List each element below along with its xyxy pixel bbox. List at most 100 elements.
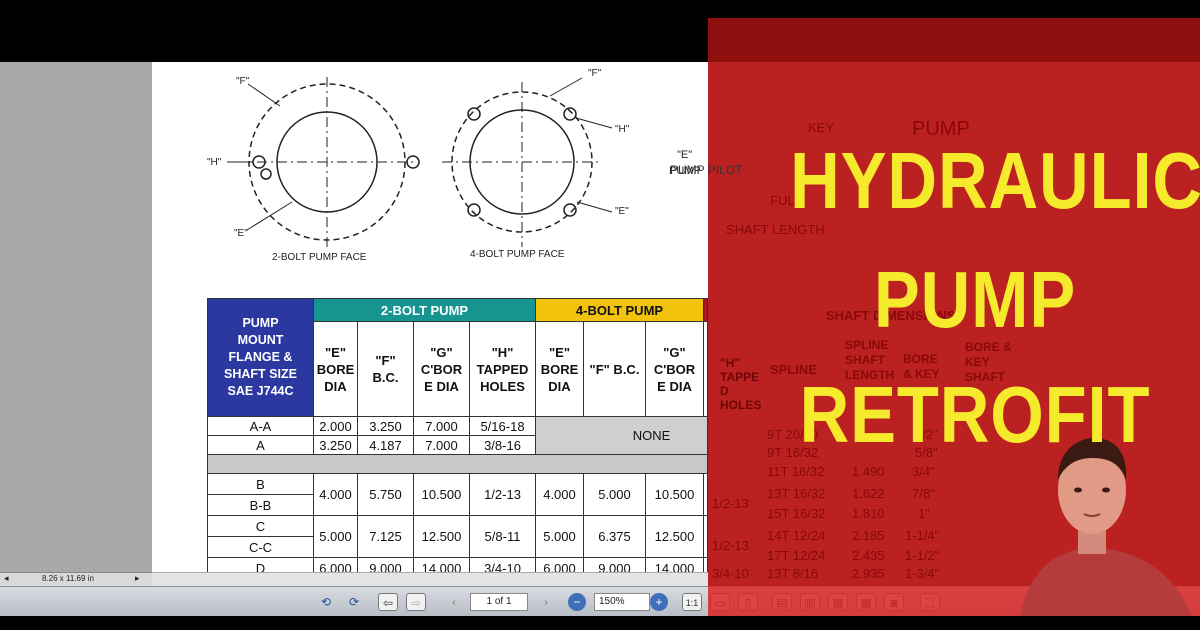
zoom-out-icon[interactable]: −: [568, 593, 586, 611]
next-page-icon[interactable]: ›: [536, 593, 556, 611]
mount-c: C: [207, 515, 314, 537]
gray-separator-row: [207, 454, 708, 474]
spline-d: 13T 8/16: [767, 566, 819, 581]
spline-b1: 13T 16/32: [767, 486, 826, 501]
bore-d: 1-3/4": [905, 566, 940, 581]
cell-b-f4: 5.000: [583, 473, 646, 516]
four-bolt-face: [442, 77, 613, 247]
four-bolt-f-label: "F": [588, 68, 602, 79]
forward-icon[interactable]: ⇨: [406, 593, 426, 611]
cell-c-f4: 6.375: [583, 515, 646, 558]
prev-page-icon[interactable]: ‹: [444, 593, 464, 611]
mount-d: D: [207, 557, 314, 572]
mount-b: B: [207, 473, 314, 495]
document-page: "F" "H" "E" 2-BOLT PUMP FACE "F" "H" "E"…: [152, 62, 708, 572]
cell-b-g4: 10.500: [645, 473, 704, 516]
two-bolt-caption: 2-BOLT PUMP FACE: [272, 252, 367, 263]
bore-c2: 1-1/2": [905, 548, 940, 563]
title-line-1: HYDRAULIC: [790, 136, 1200, 225]
cell-b-f: 5.750: [357, 473, 414, 516]
cell-d-g: 14.000: [413, 557, 470, 572]
cell-aa-e: 2.000: [313, 416, 358, 436]
h4-c: 1/2-13: [712, 538, 749, 553]
scroll-left-icon[interactable]: ◂: [4, 573, 9, 584]
pump-pilot-e-label: "E": [677, 149, 692, 161]
cell-c-e4: 5.000: [535, 515, 584, 558]
mount-cc: C-C: [207, 536, 314, 558]
title-line-2: PUMP: [873, 255, 1077, 344]
pump-face-drawings: "F" "H" "E" 2-BOLT PUMP FACE "F" "H" "E"…: [207, 68, 701, 263]
len-c2: 2.435: [852, 548, 885, 563]
cell-c-e: 5.000: [313, 515, 358, 558]
bore-b1: 7/8": [912, 486, 935, 501]
two-bolt-h-label: "H": [207, 157, 222, 168]
none-cell: NONE: [535, 416, 708, 455]
two-bolt-f-label: "F": [236, 76, 250, 87]
two-bolt-face: [227, 77, 420, 247]
back-icon[interactable]: ⇦: [378, 593, 398, 611]
cell-c-g: 12.500: [413, 515, 470, 558]
cell-a-e: 3.250: [313, 435, 358, 455]
rotate-ccw-icon[interactable]: ⟲: [316, 593, 336, 611]
four-bolt-e-label: "E": [615, 206, 629, 217]
pump-mount-table: PUMP MOUNT FLANGE & SHAFT SIZE SAE J744C…: [207, 298, 708, 572]
col-2bolt-g: "G" C'BOR E DIA: [413, 321, 470, 417]
four-bolt-group-header: 4-BOLT PUMP: [535, 298, 704, 322]
actual-size-icon[interactable]: 1:1: [682, 593, 702, 611]
bore-c1: 1-1/4": [905, 528, 940, 543]
cell-b-g: 10.500: [413, 473, 470, 516]
bottom-black-bar: [0, 616, 1200, 630]
title-line-3: RETROFIT: [799, 370, 1151, 459]
two-bolt-e-label: "E": [234, 228, 248, 239]
rotate-cw-icon[interactable]: ⟳: [344, 593, 364, 611]
zoom-select[interactable]: 150%: [594, 593, 650, 611]
cell-b-h4: [703, 473, 708, 516]
zoom-in-icon[interactable]: +: [650, 593, 668, 611]
cell-c-g4: 12.500: [645, 515, 704, 558]
col-4bolt-g: "G" C'BOR E DIA: [645, 321, 704, 417]
cell-d-f4: 9.000: [583, 557, 646, 572]
cell-d-e: 6.000: [313, 557, 358, 572]
cell-a-f: 4.187: [357, 435, 414, 455]
cell-c-h4: [703, 515, 708, 558]
red-overlay-top: [708, 18, 1200, 62]
cell-b-h: 1/2-13: [469, 473, 536, 516]
mount-header: PUMP MOUNT FLANGE & SHAFT SIZE SAE J744C: [207, 298, 314, 417]
len-gray: 1.490: [852, 464, 885, 479]
col-4bolt-f: "F" B.C.: [583, 321, 646, 417]
col-2bolt-h: "H" TAPPED HOLES: [469, 321, 536, 417]
cell-aa-f: 3.250: [357, 416, 414, 436]
cell-d-h4: [703, 557, 708, 572]
page-size-label: 8.26 x 11.69 in: [42, 574, 94, 583]
h4-d: 3/4-10: [712, 566, 749, 581]
four-bolt-caption: 4-BOLT PUMP FACE: [470, 249, 565, 260]
col-4bolt-e: "E" BORE DIA: [535, 321, 584, 417]
cell-a-g: 7.000: [413, 435, 470, 455]
cell-aa-g: 7.000: [413, 416, 470, 436]
len-b1: 1.622: [852, 486, 885, 501]
len-b2: 1.810: [852, 506, 885, 521]
shaft-key-label: KEY: [808, 120, 835, 135]
col-4bolt-h-edge: [703, 321, 708, 417]
cell-b-e: 4.000: [313, 473, 358, 516]
cell-d-h: 3/4-10: [469, 557, 536, 572]
spline-c1: 14T 12/24: [767, 528, 826, 543]
cell-d-f: 9.000: [357, 557, 414, 572]
cell-c-f: 7.125: [357, 515, 414, 558]
mount-bb: B-B: [207, 494, 314, 516]
mount-aa: A-A: [207, 416, 314, 436]
cell-d-g4: 14.000: [645, 557, 704, 572]
cell-c-h: 5/8-11: [469, 515, 536, 558]
col-2bolt-f: "F" B.C.: [357, 321, 414, 417]
four-bolt-h-label: "H": [615, 124, 630, 135]
bore-gray: 3/4": [912, 464, 935, 479]
cell-aa-h: 5/16-18: [469, 416, 536, 436]
two-bolt-group-header: 2-BOLT PUMP: [313, 298, 536, 322]
scroll-right-icon[interactable]: ▸: [135, 573, 140, 584]
viewer-left-margin: [0, 62, 152, 572]
len-d: 2.935: [852, 566, 885, 581]
horizontal-scrollbar[interactable]: [152, 572, 708, 586]
page-number-input[interactable]: 1 of 1: [470, 593, 528, 611]
len-c1: 2.185: [852, 528, 885, 543]
col-4bolt-h-header: "H" TAPPE D HOLES: [720, 356, 762, 412]
